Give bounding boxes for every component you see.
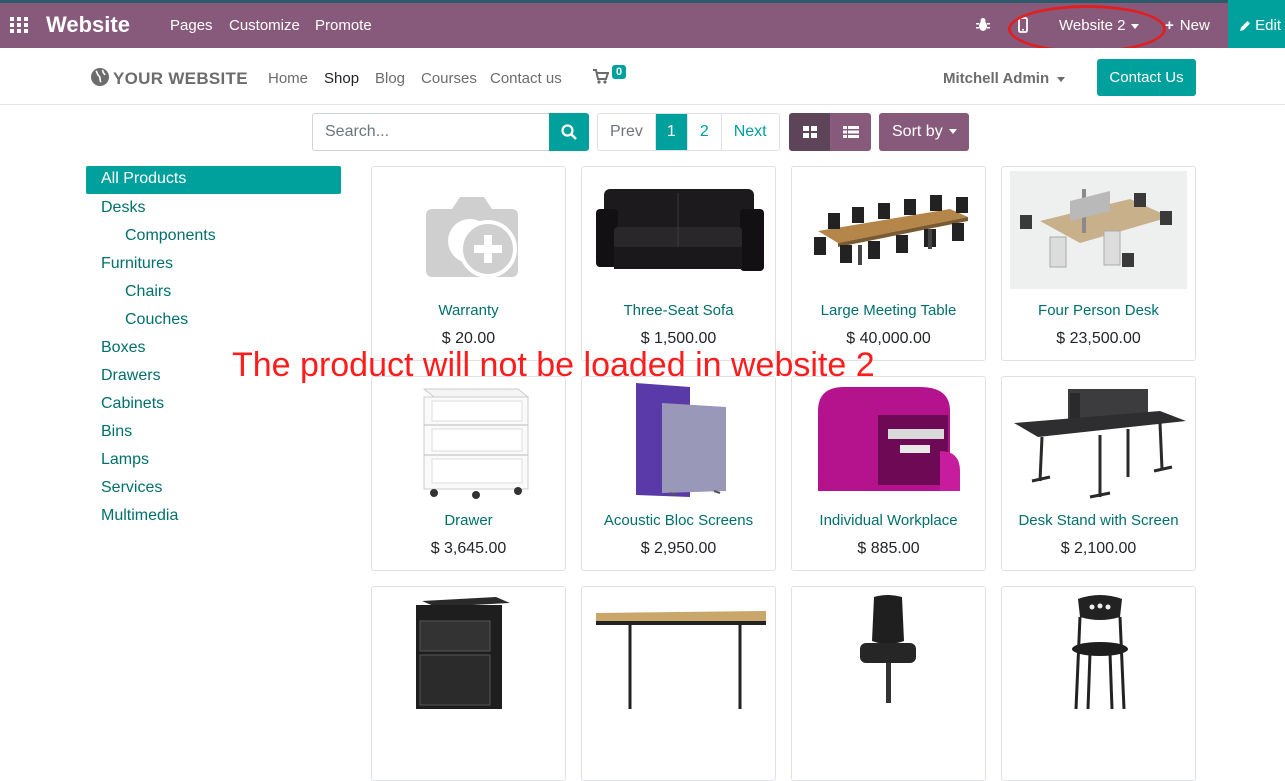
nav-courses[interactable]: Courses [421,70,477,87]
product-card[interactable] [1001,586,1196,781]
new-label: New [1179,17,1210,34]
drawer-image [422,388,530,499]
product-price: $ 3,645.00 [430,540,507,557]
chevron-down-icon [1057,76,1066,82]
category-furnitures[interactable]: Furnitures [101,255,173,273]
product-name[interactable]: Warranty [372,302,565,319]
product-card[interactable]: Acoustic Bloc Screens $ 2,950.00 [581,376,776,571]
product-price: $ 2,950.00 [640,540,717,557]
category-all-products[interactable]: All Products [86,166,341,194]
search-button[interactable] [549,113,589,151]
product-card[interactable]: Three-Seat Sofa $ 1,500.00 [581,166,776,361]
product-card[interactable]: Individual Workplace $ 885.00 [791,376,986,571]
product-card[interactable] [581,586,776,781]
product-name[interactable]: Individual Workplace [792,512,985,529]
product-card[interactable] [371,586,566,781]
globe-icon [90,67,110,92]
category-multimedia[interactable]: Multimedia [101,507,178,525]
product-card[interactable]: Warranty $ 20.00 [371,166,566,361]
meeting-table-image [814,195,968,265]
search-icon [561,124,577,140]
product-card[interactable]: Drawer $ 3,645.00 [371,376,566,571]
new-button[interactable]: + New [1165,17,1210,34]
user-name: Mitchell Admin [943,70,1050,87]
pencil-icon [1240,17,1255,34]
nav-blog[interactable]: Blog [375,70,405,87]
pager: Prev 1 2 Next [597,113,780,151]
category-cabinets[interactable]: Cabinets [101,395,164,413]
product-name[interactable]: Large Meeting Table [792,302,985,319]
chevron-down-icon [948,129,957,135]
product-price: $ 2,100.00 [1060,540,1137,557]
product-name[interactable]: Three-Seat Sofa [582,302,775,319]
product-name[interactable]: Desk Stand with Screen [1002,512,1195,529]
menu-customize[interactable]: Customize [229,17,300,34]
apps-grid-icon[interactable] [10,17,28,38]
product-card[interactable] [791,586,986,781]
pager-page-2[interactable]: 2 [688,114,722,150]
four-person-desk-image [1010,171,1187,289]
menu-pages[interactable]: Pages [170,17,213,34]
category-chairs[interactable]: Chairs [125,283,171,301]
product-name[interactable]: Drawer [372,512,565,529]
product-card[interactable]: Four Person Desk $ 23,500.00 [1001,166,1196,361]
plus-icon: + [1165,17,1174,34]
list-icon [843,126,859,138]
category-drawers[interactable]: Drawers [101,367,161,385]
pager-page-1[interactable]: 1 [655,114,688,150]
grid-view-button[interactable] [789,113,830,151]
category-lamps[interactable]: Lamps [101,451,149,469]
cart-icon[interactable] [593,69,610,89]
grid-icon [803,126,817,138]
annotation-circle [1008,5,1166,53]
nav-contact-us[interactable]: Contact us [490,70,562,87]
pager-prev[interactable]: Prev [598,114,656,150]
category-couches[interactable]: Couches [125,311,188,329]
category-services[interactable]: Services [101,479,162,497]
list-view-button[interactable] [830,113,871,151]
nav-shop[interactable]: Shop [324,70,359,87]
product-name[interactable]: Four Person Desk [1002,302,1195,319]
user-menu[interactable]: Mitchell Admin [943,70,1066,87]
category-boxes[interactable]: Boxes [101,339,145,357]
annotation-text: The product will not be loaded in websit… [232,346,875,384]
product-price: $ 23,500.00 [1056,330,1141,347]
individual-workplace-image [818,387,960,491]
acoustic-screens-image [636,383,726,497]
edit-label: Edit [1255,17,1282,34]
corner-desk-image [596,611,766,709]
sofa-image [596,189,764,271]
site-logo[interactable]: YOUR WEBSITE [90,67,248,92]
category-desks[interactable]: Desks [101,199,145,217]
stool-chair-image [1072,595,1128,709]
pager-next[interactable]: Next [722,114,779,150]
product-price: $ 885.00 [857,540,920,557]
bug-icon[interactable] [976,17,990,37]
office-chair-image [860,595,916,703]
view-toggle [789,113,871,151]
camera-placeholder-icon [426,197,518,278]
admin-brand[interactable]: Website [46,12,130,38]
product-card[interactable]: Large Meeting Table $ 40,000.00 [791,166,986,361]
cart-count-badge: 0 [612,65,627,79]
product-name[interactable]: Acoustic Bloc Screens [582,512,775,529]
sort-by-label: Sort by [892,123,943,140]
site-navbar: YOUR WEBSITE Home Shop Blog Courses Cont… [0,48,1285,105]
nav-home[interactable]: Home [268,70,308,87]
product-card[interactable]: Desk Stand with Screen $ 2,100.00 [1001,376,1196,571]
desk-stand-image [1014,389,1186,499]
edit-button[interactable]: Edit [1228,0,1285,51]
contact-us-button[interactable]: Contact Us [1097,59,1196,96]
search-input[interactable]: Search... [312,113,550,151]
logo-text: YOUR WEBSITE [113,69,248,88]
sort-by-dropdown[interactable]: Sort by [879,113,969,151]
cabinet-image [416,597,510,709]
menu-promote[interactable]: Promote [315,17,372,34]
category-bins[interactable]: Bins [101,423,132,441]
category-components[interactable]: Components [125,227,216,245]
